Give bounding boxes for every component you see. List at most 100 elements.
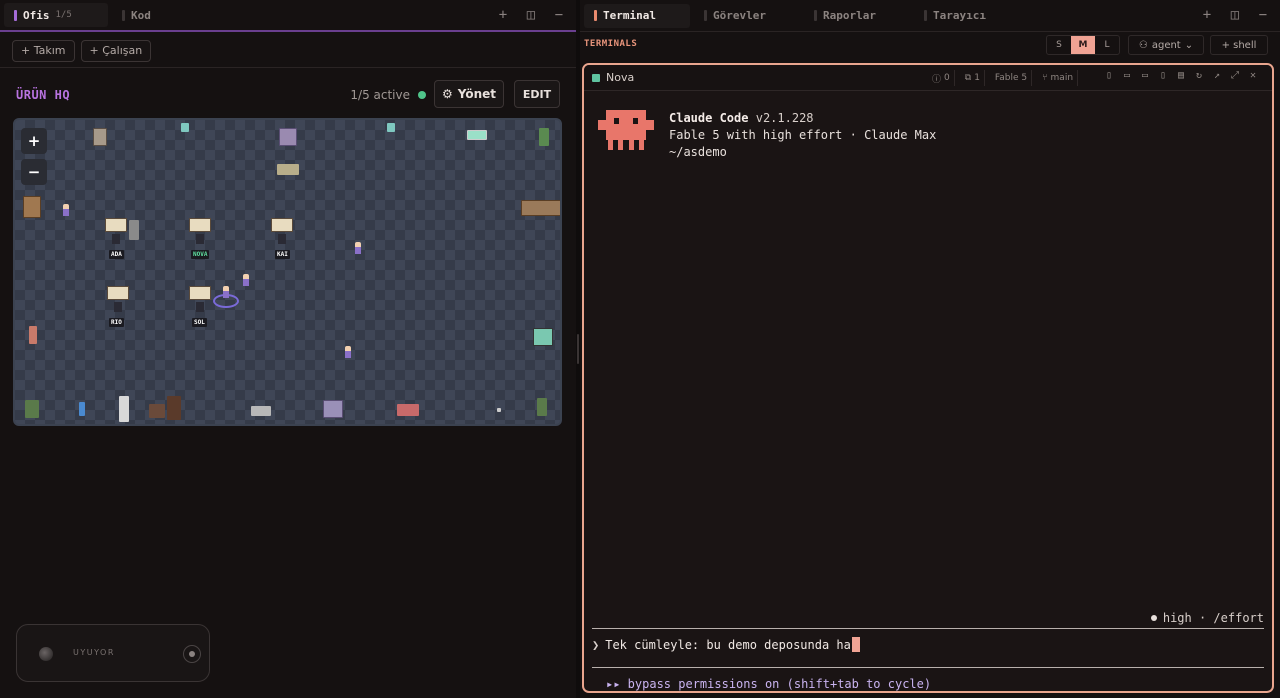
tab-label: Terminal <box>603 9 656 22</box>
copy-count[interactable]: ⧉ 1 <box>961 70 985 86</box>
walking-person[interactable] <box>223 286 229 298</box>
layout-top-icon[interactable]: ▭ <box>1122 70 1132 81</box>
terminal-titlebar: Nova ⓘ 0 ⧉ 1 Fable 5 ⑂ main ▯ ▭ ▭ ▯ ▤ ↻ ↗ ⤢… <box>584 65 1272 91</box>
desk-ada <box>105 218 127 232</box>
tab-raporlar[interactable]: Raporlar <box>804 4 910 28</box>
terminal-pane: Terminal Görevler Raporlar Tarayıcı + ◫ … <box>580 0 1280 698</box>
close-icon[interactable]: ✕ <box>1248 70 1258 81</box>
layout-columns-icon[interactable]: ▯ <box>1104 70 1114 81</box>
effort-text: high · /effort <box>1162 611 1264 625</box>
zoom-out-button[interactable]: − <box>21 159 47 185</box>
sleep-status: UYUYOR <box>73 648 115 657</box>
tab-ofis[interactable]: Ofis 1/5 <box>4 3 108 27</box>
walking-person[interactable] <box>63 204 69 216</box>
terminal-window[interactable]: Nova ⓘ 0 ⧉ 1 Fable 5 ⑂ main ▯ ▭ ▭ ▯ ▤ ↻ ↗ ⤢… <box>582 63 1274 693</box>
hq-title: ÜRÜN HQ <box>16 88 71 102</box>
minimize-icon[interactable]: − <box>552 6 566 24</box>
cabinet-decor <box>93 128 107 146</box>
split-icon[interactable]: ◫ <box>1228 6 1242 24</box>
walking-person[interactable] <box>355 242 361 254</box>
tab-indicator <box>924 10 927 21</box>
office-actions: + Takım + Çalışan <box>0 34 576 68</box>
branch-badge: ⑂ main <box>1038 70 1079 86</box>
door-decor <box>167 396 181 420</box>
agent-dropdown[interactable]: ⚇ agent ⌄ <box>1128 35 1204 55</box>
zoom-in-button[interactable]: + <box>21 128 47 154</box>
manage-button[interactable]: ⚙ Yönet <box>434 80 504 108</box>
desk-nova <box>189 218 211 232</box>
edit-button[interactable]: EDIT <box>514 80 560 108</box>
tab-terminal[interactable]: Terminal <box>584 3 690 28</box>
claude-title: Claude Code <box>669 111 749 125</box>
desk-sol <box>189 286 211 300</box>
model-line: Fable 5 with high effort · Claude Max <box>669 128 937 142</box>
chair-rio <box>114 302 122 312</box>
sleep-orb-icon <box>39 647 53 661</box>
add-shell-button[interactable]: + shell <box>1210 35 1268 55</box>
prompt-divider <box>592 628 1264 629</box>
palm-plant-decor <box>539 128 549 146</box>
tab-indicator <box>14 9 17 21</box>
tab-label: Görevler <box>713 9 766 22</box>
agent-label-nova[interactable]: NOVA <box>191 250 210 259</box>
agent-label-kai[interactable]: KAI <box>275 250 290 259</box>
tab-indicator <box>814 10 817 21</box>
terminals-label: TERMINALS <box>584 39 638 49</box>
size-m-button[interactable]: M <box>1071 36 1095 54</box>
alert-icon: ⓘ <box>932 74 942 85</box>
plus-icon[interactable]: + <box>496 6 510 24</box>
split-icon[interactable]: ◫ <box>524 6 538 24</box>
bypass-status: ▸▸ bypass permissions on (shift+tab to c… <box>606 677 932 691</box>
terminal-name: Nova <box>606 71 635 84</box>
sofa-decor <box>397 404 419 416</box>
prompt-divider <box>592 667 1264 668</box>
terminal-output[interactable]: Claude Code v2.1.228 Fable 5 with high e… <box>584 92 1272 691</box>
plant-decor <box>181 123 189 132</box>
resize-handle[interactable] <box>577 334 579 364</box>
tab-kod[interactable]: Kod <box>112 3 161 27</box>
gear-icon: ⚙ <box>441 87 453 101</box>
mat-decor <box>323 400 343 418</box>
layout-side-icon[interactable]: ▯ <box>1158 70 1168 81</box>
terminals-header: TERMINALS S M L ⚇ agent ⌄ + shell <box>580 33 1280 57</box>
effort-dot-icon <box>1150 615 1157 621</box>
error-count[interactable]: ⓘ 0 <box>928 70 955 86</box>
tab-gorevler[interactable]: Görevler <box>694 4 800 28</box>
popout-icon[interactable]: ↗ <box>1212 70 1222 81</box>
plus-icon[interactable]: + <box>1200 6 1214 24</box>
add-team-button[interactable]: + Takım <box>12 39 75 62</box>
walking-person[interactable] <box>345 346 351 358</box>
agent-label-ada[interactable]: ADA <box>109 250 124 259</box>
fridge-decor <box>119 396 129 422</box>
sleep-widget[interactable]: UYUYOR <box>16 624 210 682</box>
minimize-icon[interactable]: − <box>1256 6 1270 24</box>
branch-icon: ⑂ <box>1042 73 1048 83</box>
size-l-button[interactable]: L <box>1095 36 1119 54</box>
chevron-down-icon: ⌄ <box>1184 39 1194 51</box>
office-tabbar: Ofis 1/5 Kod + ◫ − <box>0 0 576 32</box>
agent-label-sol[interactable]: SOL <box>192 318 207 327</box>
prompt-input[interactable]: ❯ Tek cümleyle: bu demo deposunda ha <box>592 637 860 652</box>
document-icon[interactable]: ▤ <box>1176 70 1186 81</box>
sink-decor <box>251 406 271 416</box>
counter-decor <box>149 404 165 418</box>
size-s-button[interactable]: S <box>1047 36 1071 54</box>
tab-label: Kod <box>131 8 151 22</box>
office-map[interactable]: + − ADA NOVA KAI RIO SOL <box>13 118 562 426</box>
claude-version: v2.1.228 <box>755 111 814 125</box>
layout-bottom-icon[interactable]: ▭ <box>1140 70 1150 81</box>
locker-decor <box>129 220 139 240</box>
record-button[interactable] <box>183 645 201 663</box>
refresh-icon[interactable]: ↻ <box>1194 70 1204 81</box>
manage-label: Yönet <box>457 87 496 101</box>
tab-tarayici[interactable]: Tarayıcı <box>914 4 1020 28</box>
tab-indicator <box>704 10 707 21</box>
tab-label: Ofis <box>23 8 50 22</box>
terminal-meta: ⓘ 0 ⧉ 1 Fable 5 ⑂ main <box>928 70 1079 86</box>
walking-person[interactable] <box>243 274 249 286</box>
add-employee-button[interactable]: + Çalışan <box>80 39 152 62</box>
agent-label-rio[interactable]: RIO <box>109 318 124 327</box>
bookshelf-decor <box>521 200 560 216</box>
chair-ada <box>112 234 120 244</box>
expand-icon[interactable]: ⤢ <box>1230 70 1240 81</box>
